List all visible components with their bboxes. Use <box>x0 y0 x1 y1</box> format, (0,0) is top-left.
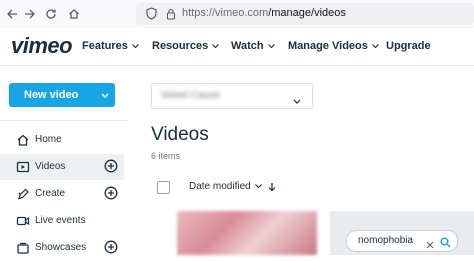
chevron-down-icon <box>267 43 275 49</box>
home-icon <box>16 133 30 147</box>
search-input[interactable]: nomophobia <box>346 230 458 252</box>
sidebar-item-live-events[interactable]: Live events <box>0 208 124 234</box>
browser-toolbar: https://vimeo.com/manage/videos <box>0 0 474 29</box>
chevron-down-icon <box>212 43 220 49</box>
vimeo-logo[interactable]: vimeo <box>11 33 73 59</box>
nav-label: Resources <box>152 40 209 52</box>
sort-label: Date modified <box>189 181 251 192</box>
reload-icon[interactable] <box>43 6 59 22</box>
sidebar-item-label: Live events <box>35 215 86 226</box>
back-icon[interactable] <box>4 6 20 22</box>
add-video-plus-icon[interactable] <box>104 159 118 173</box>
video-thumbnail[interactable] <box>177 211 317 255</box>
new-video-label: New video <box>24 89 79 101</box>
address-bar[interactable]: https://vimeo.com/manage/videos <box>136 3 474 25</box>
team-select[interactable]: Velvet Cause <box>151 83 313 109</box>
add-showcase-plus-icon[interactable] <box>104 240 118 254</box>
nav-label: Manage Videos <box>288 40 368 52</box>
sidebar-item-label: Showcases <box>35 242 87 253</box>
url-text[interactable]: https://vimeo.com/manage/videos <box>182 7 346 19</box>
showcases-icon <box>16 241 30 255</box>
nav-upgrade[interactable]: Upgrade <box>386 40 431 52</box>
nav-label: Watch <box>231 40 264 52</box>
page-title: Videos <box>151 124 209 145</box>
url-domain: https://vimeo.com <box>182 7 269 19</box>
nav-label: Upgrade <box>386 40 431 52</box>
forward-icon[interactable] <box>22 6 38 22</box>
search-value: nomophobia <box>358 235 414 246</box>
team-select-value: Velvet Cause <box>161 90 220 101</box>
sort-control[interactable]: Date modified <box>189 181 276 192</box>
sidebar-item-create[interactable]: Create <box>0 181 124 207</box>
sidebar-item-videos[interactable]: Videos <box>0 154 124 180</box>
sidebar-item-home[interactable]: Home <box>0 127 124 153</box>
sidebar-divider <box>0 120 128 121</box>
nav-resources[interactable]: Resources <box>152 40 220 52</box>
sidebar-item-showcases[interactable]: Showcases <box>0 235 124 261</box>
site-header: vimeo Features Resources Watch Manage Vi… <box>0 28 474 66</box>
chevron-down-icon <box>131 43 139 49</box>
item-count: 6 items <box>151 151 181 161</box>
chevron-down-icon <box>293 92 301 110</box>
sidebar-item-label: Home <box>35 134 62 145</box>
sort-arrow-down-icon[interactable] <box>268 182 276 192</box>
add-create-plus-icon[interactable] <box>104 186 118 200</box>
chevron-down-icon <box>254 184 262 189</box>
sidebar-item-label: Videos <box>35 161 66 172</box>
new-video-button[interactable]: New video <box>9 83 115 107</box>
select-all-checkbox[interactable] <box>157 181 170 194</box>
chevron-down-icon <box>372 43 379 49</box>
live-events-icon <box>16 214 30 228</box>
shield-icon[interactable] <box>146 7 157 25</box>
nav-features[interactable]: Features <box>82 40 139 52</box>
video-icon <box>16 160 30 174</box>
nav-label: Features <box>82 40 128 52</box>
nav-watch[interactable]: Watch <box>231 40 275 52</box>
nav-manage-videos[interactable]: Manage Videos <box>288 40 379 52</box>
chevron-down-icon <box>101 90 109 102</box>
create-icon <box>16 187 30 201</box>
url-path: /manage/videos <box>268 7 346 19</box>
search-icon[interactable] <box>440 235 451 253</box>
lock-icon <box>166 7 176 25</box>
sidebar-item-label: Create <box>35 188 66 199</box>
close-icon[interactable] <box>426 236 434 254</box>
home-icon[interactable] <box>66 6 82 22</box>
